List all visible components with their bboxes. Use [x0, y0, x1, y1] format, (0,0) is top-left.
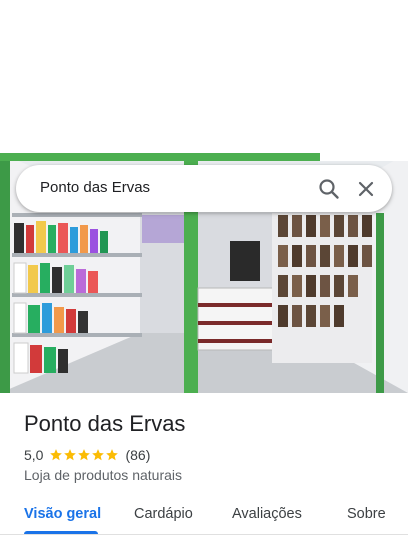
place-tabs: Visão geral Cardápio Avaliações Sobre	[0, 498, 408, 535]
star-icon	[92, 449, 105, 461]
tab-reviews[interactable]: Avaliações	[232, 506, 302, 522]
place-title: Ponto das Ervas	[24, 411, 186, 436]
search-icon[interactable]	[317, 177, 341, 201]
close-icon[interactable]	[354, 177, 378, 201]
star-icon	[64, 449, 77, 461]
star-icon	[50, 449, 63, 461]
star-rating	[49, 448, 119, 462]
tab-about[interactable]: Sobre	[347, 506, 386, 522]
rating-value: 5,0	[24, 447, 44, 463]
active-tab-indicator	[24, 531, 98, 534]
star-icon	[78, 449, 91, 461]
review-count[interactable]: (86)	[125, 447, 150, 463]
tab-overview[interactable]: Visão geral	[24, 506, 101, 522]
search-bar[interactable]: Ponto das Ervas	[16, 165, 392, 212]
search-query[interactable]: Ponto das Ervas	[40, 179, 150, 196]
tab-menu[interactable]: Cardápio	[134, 506, 193, 522]
place-category[interactable]: Loja de produtos naturais	[24, 467, 182, 483]
place-info-panel: Ponto das Ervas 5,0 (86) Loja de produto…	[0, 393, 408, 546]
rating-row[interactable]: 5,0 (86)	[24, 445, 150, 465]
map-area-blank	[0, 0, 408, 153]
star-icon	[106, 449, 119, 461]
